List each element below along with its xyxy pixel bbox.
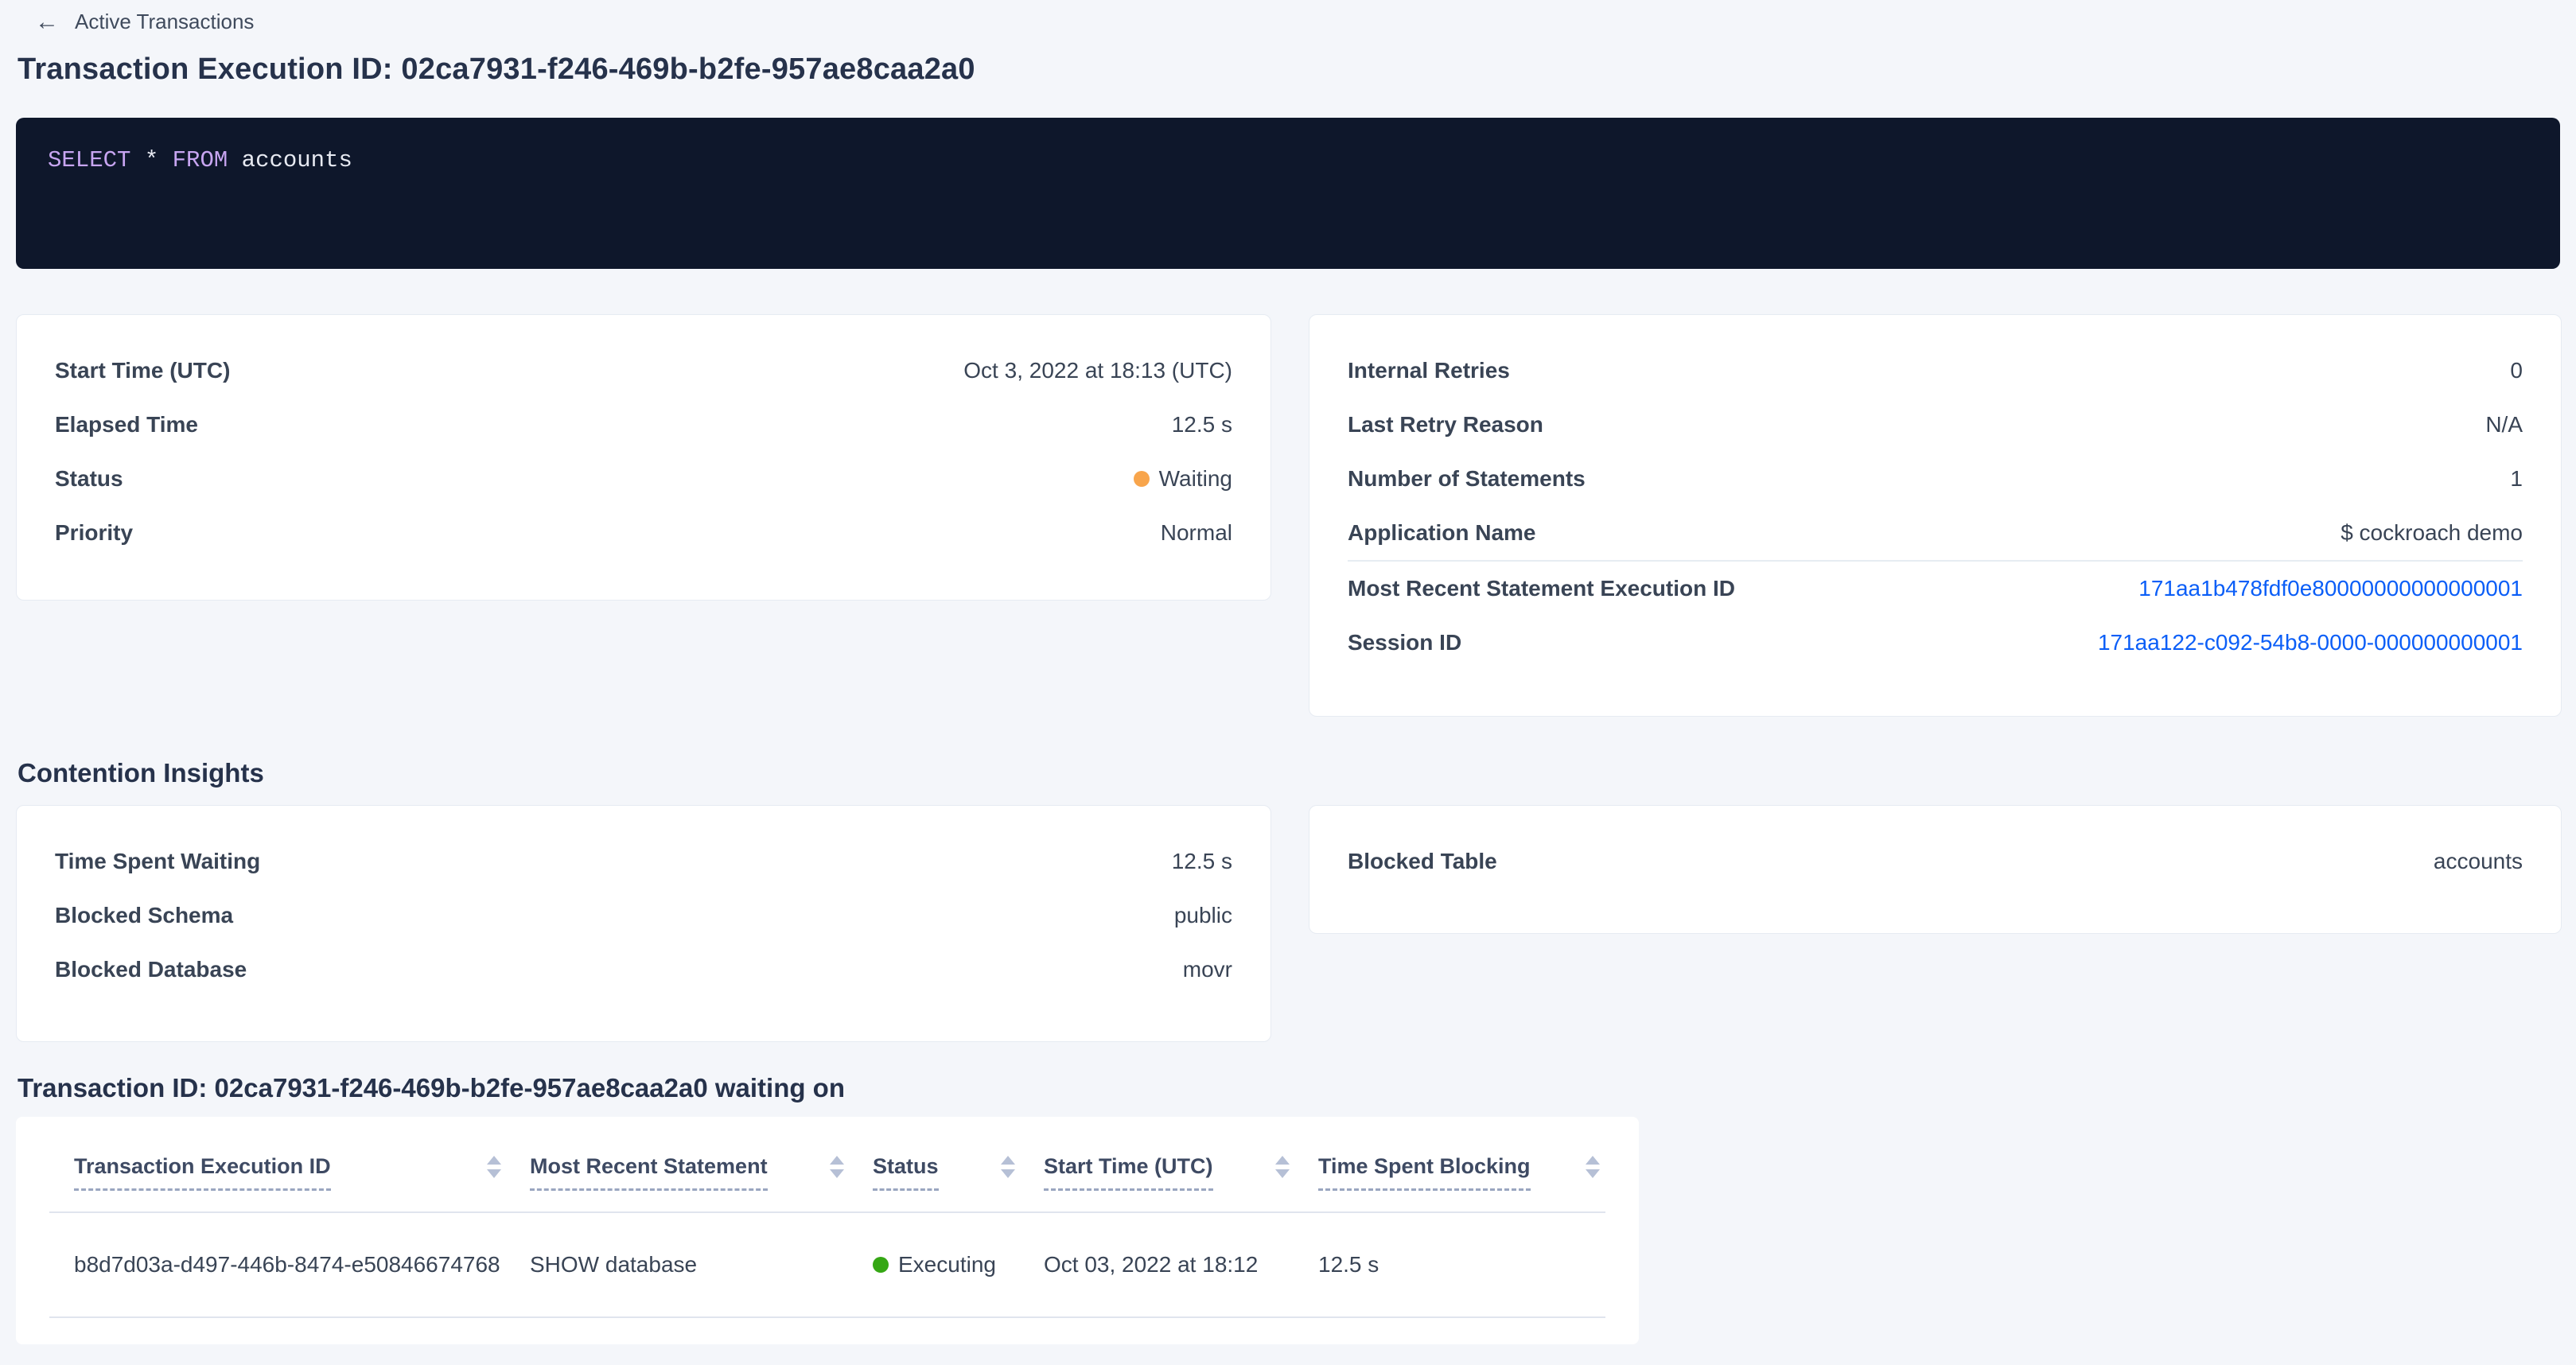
sort-desc-icon — [830, 1169, 844, 1178]
detail-row-elapsed-time: Elapsed Time 12.5 s — [55, 398, 1232, 452]
column-header-status: Status — [873, 1152, 1015, 1191]
elapsed-time-value: 12.5 s — [1172, 412, 1232, 438]
cell-transaction-execution-id: b8d7d03a-d497-446b-8474-e50846674768 — [74, 1252, 501, 1278]
detail-row-priority: Priority Normal — [55, 506, 1232, 560]
sort-asc-icon — [1586, 1156, 1600, 1165]
cell-start-time: Oct 03, 2022 at 18:12 — [1044, 1252, 1290, 1278]
column-header-label[interactable]: Start Time (UTC) — [1044, 1152, 1213, 1191]
time-spent-waiting-label: Time Spent Waiting — [55, 849, 260, 874]
detail-row-blocked-database: Blocked Database movr — [55, 943, 1232, 997]
detail-row-blocked-schema: Blocked Schema public — [55, 889, 1232, 943]
contention-insights-heading: Contention Insights — [18, 756, 264, 791]
blocked-schema-value: public — [1174, 903, 1232, 928]
cell-status: Executing — [873, 1252, 1015, 1278]
detail-row-statement-execution-id: Most Recent Statement Execution ID 171aa… — [1348, 562, 2523, 616]
number-of-statements-value: 1 — [2510, 466, 2523, 492]
start-time-value: Oct 3, 2022 at 18:13 (UTC) — [963, 358, 1232, 383]
status-text: Waiting — [1159, 466, 1232, 492]
column-header-most-recent-statement: Most Recent Statement — [530, 1152, 844, 1191]
internal-retries-label: Internal Retries — [1348, 358, 1510, 383]
waiting-on-table: Transaction Execution ID Most Recent Sta… — [16, 1117, 1639, 1344]
sort-desc-icon — [1001, 1169, 1015, 1178]
sort-desc-icon — [487, 1169, 501, 1178]
detail-row-session-id: Session ID 171aa122-c092-54b8-0000-00000… — [1348, 616, 2523, 670]
last-retry-reason-label: Last Retry Reason — [1348, 412, 1543, 438]
blocked-table-value: accounts — [2434, 849, 2523, 874]
table-header-row: Transaction Execution ID Most Recent Sta… — [16, 1117, 1639, 1191]
sql-plain: * — [130, 147, 172, 173]
sql-statement: SELECT * FROM accounts — [48, 146, 2528, 175]
back-link[interactable]: ← Active Transactions — [35, 10, 254, 34]
sort-asc-icon — [487, 1156, 501, 1165]
sort-asc-icon — [1001, 1156, 1015, 1165]
left-arrow-icon: ← — [35, 10, 59, 34]
internal-retries-value: 0 — [2510, 358, 2523, 383]
detail-row-number-of-statements: Number of Statements 1 — [1348, 452, 2523, 506]
status-dot-waiting-icon — [1134, 471, 1150, 487]
sort-icon[interactable] — [1275, 1156, 1290, 1178]
statement-execution-id-link[interactable]: 171aa1b478fdf0e80000000000000001 — [2138, 576, 2523, 601]
detail-row-status: Status Waiting — [55, 452, 1232, 506]
sql-statement-box: SELECT * FROM accounts — [16, 118, 2560, 269]
application-name-value: $ cockroach demo — [2341, 520, 2523, 546]
priority-value: Normal — [1161, 520, 1232, 546]
session-id-link[interactable]: 171aa122-c092-54b8-0000-000000000001 — [2098, 630, 2523, 655]
column-header-label[interactable]: Transaction Execution ID — [74, 1152, 331, 1191]
column-header-transaction-execution-id: Transaction Execution ID — [74, 1152, 501, 1191]
session-id-label: Session ID — [1348, 630, 1461, 655]
column-header-start-time: Start Time (UTC) — [1044, 1152, 1290, 1191]
sort-asc-icon — [830, 1156, 844, 1165]
sort-desc-icon — [1586, 1169, 1600, 1178]
transaction-details-card: Internal Retries 0 Last Retry Reason N/A… — [1309, 314, 2562, 717]
sql-keyword: FROM — [173, 147, 228, 173]
column-header-label[interactable]: Time Spent Blocking — [1318, 1152, 1531, 1191]
contention-left-card: Time Spent Waiting 12.5 s Blocked Schema… — [16, 805, 1271, 1042]
sort-icon[interactable] — [830, 1156, 844, 1178]
sort-desc-icon — [1275, 1169, 1290, 1178]
sql-plain: accounts — [228, 147, 352, 173]
detail-row-time-spent-waiting: Time Spent Waiting 12.5 s — [55, 834, 1232, 889]
column-header-label[interactable]: Most Recent Statement — [530, 1152, 768, 1191]
transaction-overview-card: Start Time (UTC) Oct 3, 2022 at 18:13 (U… — [16, 314, 1271, 601]
time-spent-waiting-value: 12.5 s — [1172, 849, 1232, 874]
priority-label: Priority — [55, 520, 133, 546]
number-of-statements-label: Number of Statements — [1348, 466, 1586, 492]
column-header-time-spent-blocking: Time Spent Blocking — [1318, 1152, 1600, 1191]
sort-icon[interactable] — [1001, 1156, 1015, 1178]
contention-right-card: Blocked Table accounts — [1309, 805, 2562, 934]
application-name-label: Application Name — [1348, 520, 1535, 546]
last-retry-reason-value: N/A — [2485, 412, 2523, 438]
table-row-divider — [49, 1316, 1605, 1318]
status-value: Waiting — [1134, 466, 1232, 492]
cell-most-recent-statement: SHOW database — [530, 1252, 844, 1278]
detail-row-blocked-table: Blocked Table accounts — [1348, 834, 2523, 889]
back-link-label: Active Transactions — [75, 10, 254, 34]
sort-icon[interactable] — [1586, 1156, 1600, 1178]
detail-row-start-time: Start Time (UTC) Oct 3, 2022 at 18:13 (U… — [55, 344, 1232, 398]
blocked-database-label: Blocked Database — [55, 957, 247, 982]
table-row: b8d7d03a-d497-446b-8474-e50846674768 SHO… — [16, 1213, 1639, 1316]
sort-icon[interactable] — [487, 1156, 501, 1178]
waiting-on-heading: Transaction ID: 02ca7931-f246-469b-b2fe-… — [18, 1071, 845, 1106]
blocked-table-label: Blocked Table — [1348, 849, 1497, 874]
detail-row-last-retry-reason: Last Retry Reason N/A — [1348, 398, 2523, 452]
blocked-database-value: movr — [1183, 957, 1232, 982]
column-header-label[interactable]: Status — [873, 1152, 939, 1191]
detail-row-application-name: Application Name $ cockroach demo — [1348, 506, 2523, 560]
status-dot-executing-icon — [873, 1257, 889, 1273]
blocked-schema-label: Blocked Schema — [55, 903, 233, 928]
sort-asc-icon — [1275, 1156, 1290, 1165]
statement-execution-id-label: Most Recent Statement Execution ID — [1348, 576, 1735, 601]
status-text: Executing — [898, 1252, 996, 1278]
elapsed-time-label: Elapsed Time — [55, 412, 198, 438]
cell-time-spent-blocking: 12.5 s — [1318, 1252, 1600, 1278]
sql-keyword: SELECT — [48, 147, 130, 173]
start-time-label: Start Time (UTC) — [55, 358, 230, 383]
status-label: Status — [55, 466, 123, 492]
detail-row-internal-retries: Internal Retries 0 — [1348, 344, 2523, 398]
page-title: Transaction Execution ID: 02ca7931-f246-… — [18, 52, 975, 87]
